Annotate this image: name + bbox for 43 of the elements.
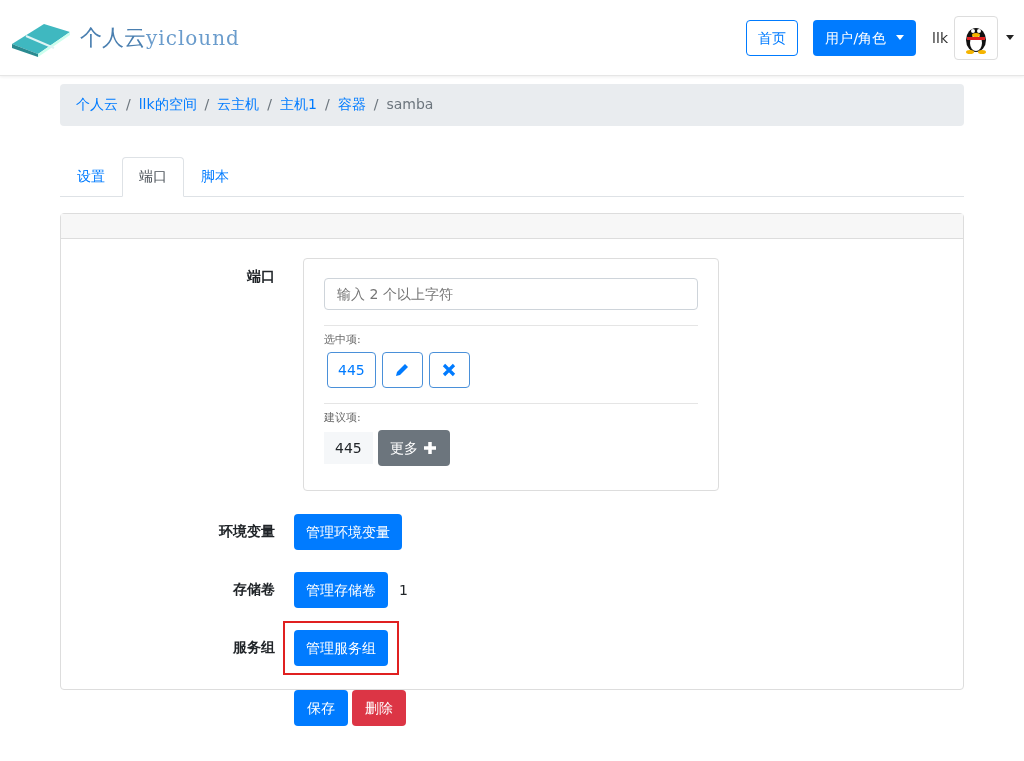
caret-icon: [896, 35, 905, 40]
port-input-field[interactable]: 输入 2 个以上字符: [324, 278, 698, 310]
manage-button[interactable]: 管理存储卷: [294, 572, 388, 608]
delete-button[interactable]: 删除: [352, 690, 406, 726]
breadcrumb-link[interactable]: llk的空间: [138, 96, 197, 114]
username: llk: [932, 29, 948, 46]
plus-icon: [421, 440, 438, 456]
caret-icon[interactable]: [1006, 35, 1014, 40]
tab[interactable]: 端口: [122, 157, 184, 197]
more-button[interactable]: 更多: [377, 430, 450, 466]
field-label: 环境变量: [217, 523, 275, 541]
pencil-icon: [394, 362, 411, 378]
suggested-port[interactable]: 445: [324, 432, 373, 464]
breadcrumb-separator: /: [373, 96, 379, 114]
suggested-items-label: 建议项:: [324, 410, 362, 425]
user-role-dropdown[interactable]: 用户/角色: [813, 19, 917, 56]
penguin-avatar-icon[interactable]: [954, 15, 998, 60]
selected-port-button[interactable]: 445: [327, 352, 376, 388]
breadcrumb-separator: /: [324, 96, 330, 114]
field-label: 端口: [246, 267, 275, 286]
logo-text: 个人云: [80, 23, 146, 52]
breadcrumb-current: samba: [386, 96, 434, 114]
close-icon: [441, 362, 458, 378]
selected-items-label: 选中项:: [324, 332, 362, 347]
manage-button[interactable]: 管理环境变量: [294, 514, 402, 550]
breadcrumb-link[interactable]: 容器: [337, 96, 366, 114]
tab[interactable]: 设置: [60, 157, 122, 197]
field-label: 服务组: [232, 639, 275, 657]
breadcrumb-link[interactable]: 云主机: [217, 96, 260, 114]
edit-button[interactable]: [381, 352, 423, 388]
remove-button[interactable]: [428, 352, 470, 388]
logo-text: yiclound: [146, 25, 240, 50]
breadcrumb-separator: /: [204, 96, 210, 114]
breadcrumb-link[interactable]: 主机1: [280, 96, 317, 114]
breadcrumb-separator: /: [126, 96, 131, 114]
save-button[interactable]: 保存: [294, 690, 348, 726]
breadcrumb-separator: /: [267, 96, 273, 114]
count-text: 1: [399, 582, 408, 598]
manage-button[interactable]: 管理服务组: [294, 630, 388, 666]
field-label: 存储卷: [232, 581, 275, 599]
tab[interactable]: 脚本: [184, 157, 246, 197]
home-button[interactable]: 首页: [746, 19, 799, 56]
breadcrumb-link[interactable]: 个人云: [76, 96, 118, 114]
